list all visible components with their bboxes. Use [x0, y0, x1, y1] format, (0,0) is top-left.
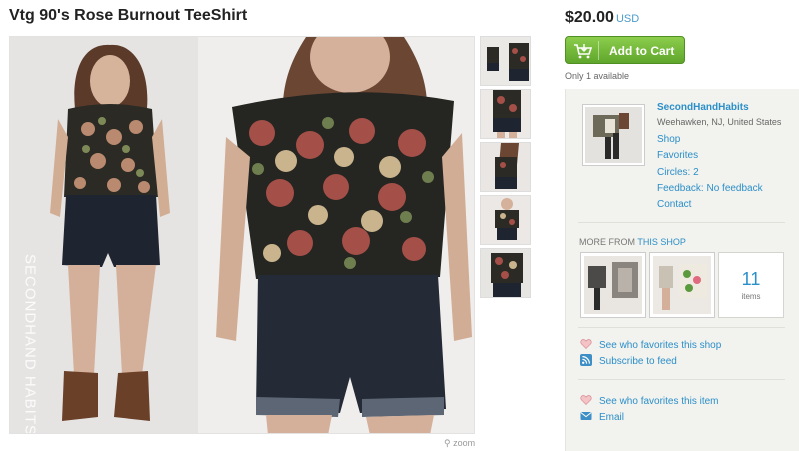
item-favorites-link[interactable]: See who favorites this item — [580, 394, 719, 408]
this-shop-link[interactable]: THIS SHOP — [637, 237, 686, 247]
feedback-link[interactable]: Feedback: No feedback — [657, 181, 763, 197]
watermark-text: SECONDHAND HABITS — [21, 253, 39, 434]
availability-text: Only 1 available — [565, 71, 630, 81]
envelope-icon — [580, 412, 592, 420]
price: $20.00 USD — [565, 9, 640, 26]
shop-favorites-link[interactable]: See who favorites this shop — [580, 338, 721, 352]
currency-label: USD — [615, 13, 640, 25]
zoom-link[interactable]: ⚲ zoom — [444, 438, 475, 449]
divider — [578, 222, 785, 223]
shop-name-link[interactable]: SecondHandHabits — [657, 102, 749, 113]
divider — [578, 379, 785, 380]
add-to-cart-label: Add to Cart — [609, 44, 675, 58]
subscribe-feed-link[interactable]: Subscribe to feed — [580, 354, 677, 368]
more-from-heading: MORE FROM THIS SHOP — [579, 237, 686, 247]
add-to-cart-button[interactable]: Add to Cart — [565, 36, 685, 64]
thumbnail[interactable] — [480, 89, 531, 139]
shop-avatar[interactable] — [582, 104, 645, 166]
thumbnail[interactable] — [480, 142, 531, 192]
rss-icon — [580, 354, 592, 366]
heart-icon — [580, 339, 592, 349]
divider — [578, 327, 785, 328]
more-item-thumbnail[interactable] — [649, 252, 715, 318]
listing-title: Vtg 90's Rose Burnout TeeShirt — [9, 7, 248, 24]
thumbnail[interactable] — [480, 36, 531, 86]
item-count-number: 11 — [741, 269, 761, 289]
contact-link[interactable]: Contact — [657, 197, 763, 213]
shop-location: Weehawken, NJ, United States — [657, 117, 782, 127]
shop-panel: SecondHandHabits Weehawken, NJ, United S… — [565, 89, 799, 451]
thumbnail[interactable] — [480, 195, 531, 245]
circles-link[interactable]: Circles: 2 — [657, 165, 763, 181]
shop-links: Shop Favorites Circles: 2 Feedback: No f… — [657, 132, 763, 213]
magnifier-icon: ⚲ — [444, 438, 451, 448]
shop-item-count[interactable]: 11 items — [718, 252, 784, 318]
main-product-image[interactable]: SECONDHAND HABITS — [9, 36, 475, 434]
email-link[interactable]: Email — [580, 410, 624, 424]
thumbnail-strip — [480, 36, 532, 301]
thumbnail[interactable] — [480, 248, 531, 298]
heart-icon — [580, 395, 592, 405]
more-item-thumbnail[interactable] — [580, 252, 646, 318]
item-count-label: items — [741, 292, 761, 301]
shop-link[interactable]: Shop — [657, 132, 763, 148]
cart-icon — [574, 44, 593, 59]
favorites-link[interactable]: Favorites — [657, 148, 763, 164]
